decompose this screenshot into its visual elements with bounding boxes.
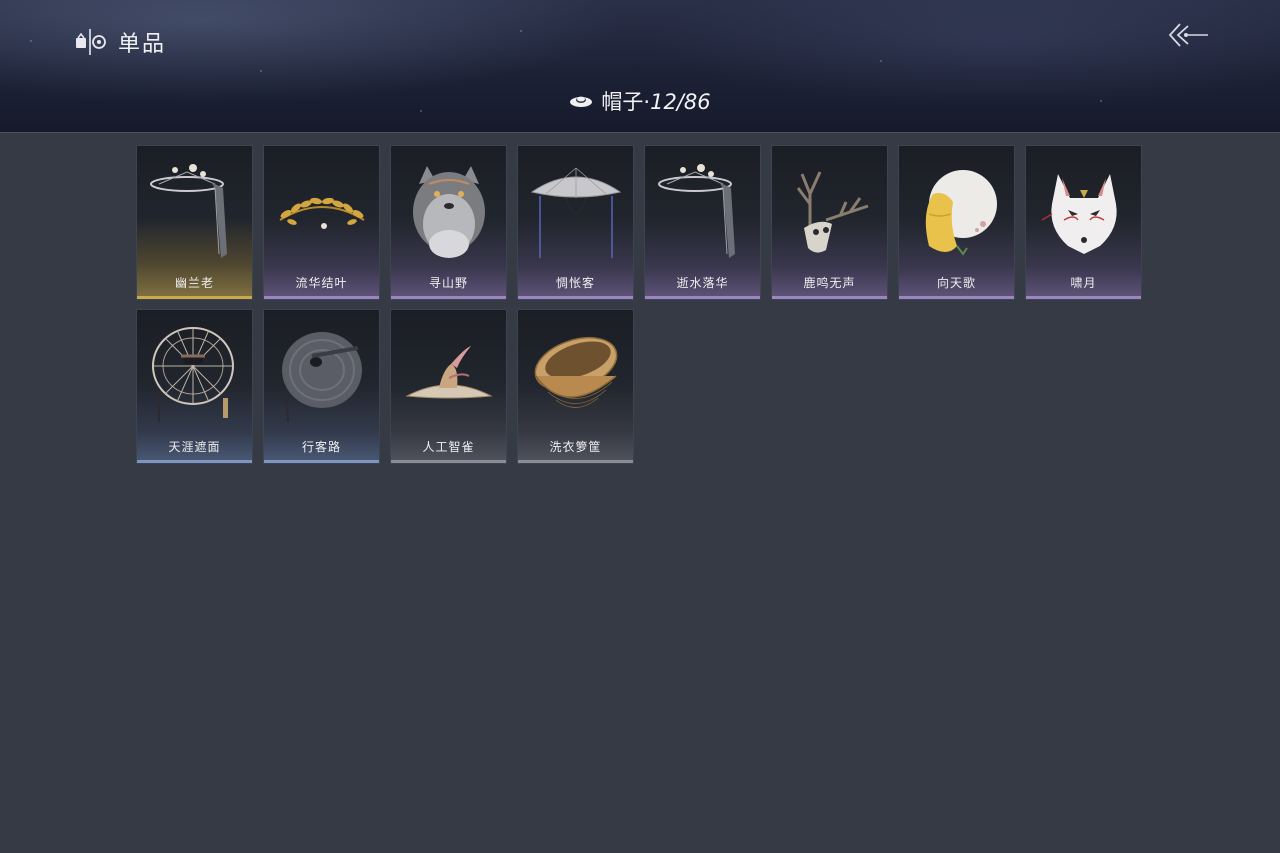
rarity-bar <box>137 460 252 463</box>
rarity-bar <box>391 296 506 299</box>
page-title: 单品 <box>118 32 167 57</box>
bird-hat-icon <box>405 346 493 399</box>
category-name: 帽子· <box>601 90 651 114</box>
top-banner: 单品 帽子·12/86 <box>0 0 1280 133</box>
rarity-bar <box>899 296 1014 299</box>
back-arrow-icon <box>1168 23 1208 47</box>
item-name: 幽兰老 <box>174 276 214 290</box>
banner-sparkle <box>880 60 882 62</box>
item-card[interactable]: 寻山野 <box>390 145 507 300</box>
item-card[interactable]: 幽兰老 <box>136 145 253 300</box>
item-name: 向天歌 <box>936 276 976 290</box>
banner-sparkle <box>260 70 262 72</box>
rarity-bar <box>772 296 887 299</box>
rarity-bar <box>518 460 633 463</box>
item-card[interactable]: 天涯遮面 <box>136 309 253 464</box>
rarity-bar <box>137 296 252 299</box>
page-header: 单品 <box>74 26 166 58</box>
rarity-bar <box>1026 296 1141 299</box>
item-card[interactable]: 行客路 <box>263 309 380 464</box>
item-card[interactable]: 鹿鸣无声 <box>771 145 888 300</box>
item-card[interactable]: 流华结叶 <box>263 145 380 300</box>
goose-mask-icon <box>925 170 997 256</box>
woven-straw-hat-icon <box>282 332 362 423</box>
rarity-bar <box>518 296 633 299</box>
item-name: 流华结叶 <box>295 276 348 290</box>
bamboo-veil-hat-icon <box>152 327 234 422</box>
item-name: 天涯遮面 <box>168 440 221 454</box>
golden-laurel-icon <box>279 197 365 229</box>
wide-brim-hat-icon <box>530 167 622 258</box>
item-card[interactable]: 洗衣箩筐 <box>517 309 634 464</box>
item-name: 人工智雀 <box>422 440 475 454</box>
item-card[interactable]: 啸月 <box>1025 145 1142 300</box>
veiled-hat-icon <box>150 164 227 258</box>
wolf-headdress-icon <box>413 166 485 258</box>
category-heading: 帽子·12/86 <box>0 86 1280 116</box>
rarity-bar <box>645 296 760 299</box>
rarity-bar <box>391 460 506 463</box>
hat-icon <box>570 96 593 107</box>
item-name: 寻山野 <box>428 276 468 290</box>
item-card[interactable]: 人工智雀 <box>390 309 507 464</box>
item-card[interactable]: 惆怅客 <box>517 145 634 300</box>
item-name: 洗衣箩筐 <box>549 440 602 454</box>
fox-mask-icon <box>1041 174 1117 254</box>
item-name: 啸月 <box>1070 276 1097 290</box>
basket-icon <box>534 336 618 408</box>
rarity-bar <box>264 460 379 463</box>
collection-count: 12/86 <box>650 90 711 114</box>
wardrobe-icon <box>76 29 106 55</box>
item-name: 惆怅客 <box>555 276 595 290</box>
deer-skull-icon <box>796 171 869 253</box>
item-name: 逝水落华 <box>676 276 729 290</box>
item-name: 鹿鸣无声 <box>803 276 856 290</box>
banner-sparkle <box>30 40 32 42</box>
item-card[interactable]: 逝水落华 <box>644 145 761 300</box>
rarity-bar <box>264 296 379 299</box>
item-name: 行客路 <box>301 440 341 454</box>
back-button[interactable] <box>1166 18 1210 52</box>
veiled-hat-icon <box>658 164 735 258</box>
item-card[interactable]: 向天歌 <box>898 145 1015 300</box>
banner-sparkle <box>520 30 522 32</box>
